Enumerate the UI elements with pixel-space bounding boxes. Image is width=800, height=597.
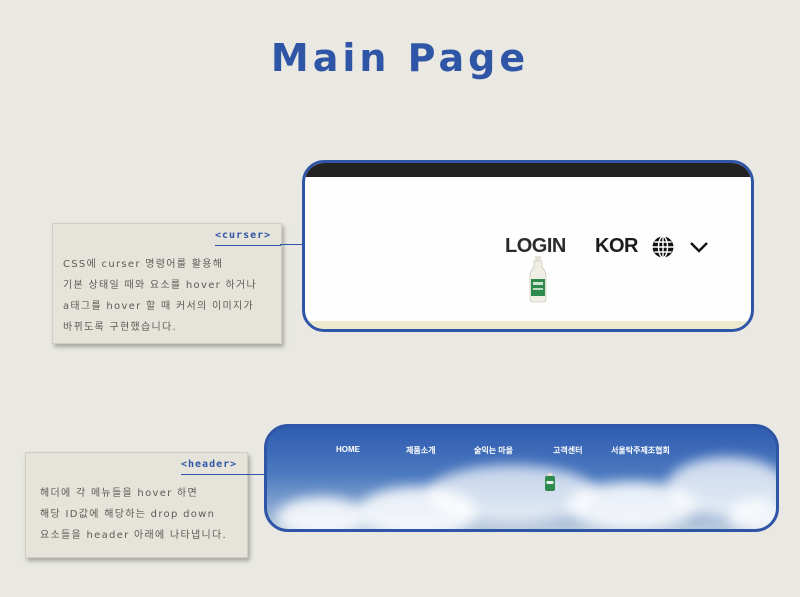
cursor-note-line: a태그를 hover 할 때 커서의 이미지가 — [63, 301, 254, 312]
cursor-note-line: 바뀌도록 구현했습니다. — [63, 322, 177, 333]
cursor-note-line: 기본 상태일 때와 요소를 hover 하거나 — [63, 280, 258, 291]
header-note: <header> 헤더에 각 메뉴들을 hover 하면 해당 ID값에 해당하… — [25, 452, 248, 558]
page-title: Main Page — [270, 36, 530, 80]
panel-bottom-bar — [305, 321, 751, 329]
header-preview-panel: HOME 제품소개 술익는 마을 고객센터 서울탁주제조협회 — [264, 424, 779, 532]
header-connector — [246, 474, 266, 475]
chevron-down-icon[interactable] — [689, 239, 709, 255]
nav-item-products[interactable]: 제품소개 — [406, 445, 435, 456]
cursor-note-body: CSS에 curser 명령어를 활용해 기본 상태일 때와 요소를 hover… — [63, 254, 257, 338]
nav-item-support[interactable]: 고객센터 — [553, 445, 582, 456]
soju-bottle-cursor-icon — [545, 473, 555, 491]
language-selector[interactable]: KOR — [595, 235, 638, 258]
cloud — [727, 499, 776, 529]
header-note-underline — [181, 474, 247, 475]
header-note-line: 요소들을 header 아래에 나타냅니다. — [40, 530, 227, 541]
cursor-note: <curser> CSS에 curser 명령어를 활용해 기본 상태일 때와 … — [52, 223, 282, 344]
cloud — [277, 497, 367, 529]
header-note-line: 해당 ID값에 해당하는 drop down — [40, 509, 216, 520]
panel-top-bar — [305, 163, 751, 177]
cursor-note-underline — [215, 245, 281, 246]
header-note-body: 헤더에 각 메뉴들을 hover 하면 해당 ID값에 해당하는 drop do… — [40, 483, 227, 546]
soju-bottle-cursor-icon — [529, 256, 547, 303]
cursor-note-tag: <curser> — [215, 230, 272, 241]
globe-icon[interactable] — [651, 235, 675, 259]
cursor-note-line: CSS에 curser 명령어를 활용해 — [63, 259, 224, 270]
nav-item-village[interactable]: 술익는 마을 — [474, 445, 513, 456]
nav-item-association[interactable]: 서울탁주제조협회 — [611, 445, 670, 456]
nav-item-home[interactable]: HOME — [336, 445, 360, 454]
cursor-connector — [280, 244, 304, 245]
header-note-tag: <header> — [181, 459, 238, 470]
header-note-line: 헤더에 각 메뉴들을 hover 하면 — [40, 488, 199, 499]
cursor-preview-panel: LOGIN KOR — [302, 160, 754, 332]
